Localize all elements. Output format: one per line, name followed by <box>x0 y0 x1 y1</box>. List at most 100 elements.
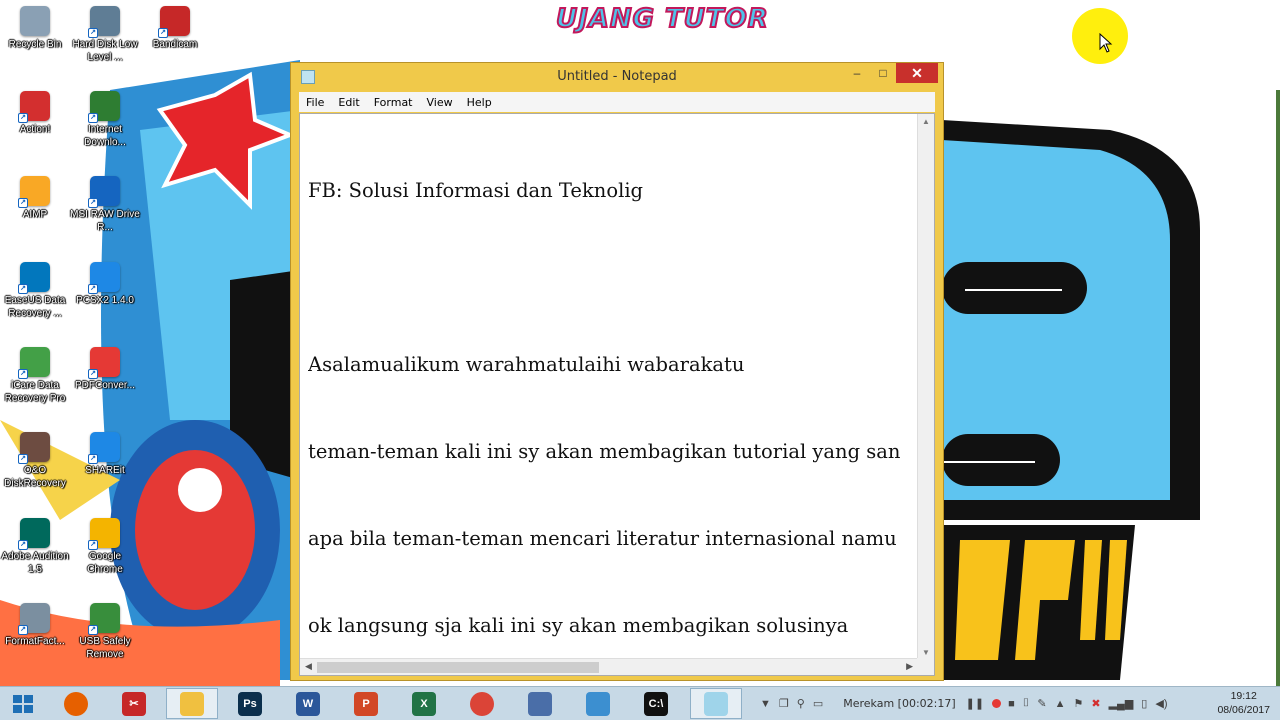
scroll-up-icon[interactable]: ▲ <box>922 117 930 126</box>
tray-expand-icon[interactable]: ▼ <box>760 698 771 710</box>
shortcut-arrow-icon: ↗ <box>88 625 98 635</box>
recycle-bin-icon <box>20 6 50 36</box>
taskbar-command-prompt-button[interactable]: C:\ <box>630 688 682 719</box>
taskbar-photoshop-button[interactable]: Ps <box>224 688 276 719</box>
desktop-icon-label: USB Safely Remove <box>79 636 131 660</box>
vertical-scrollbar[interactable]: ▲ ▼ <box>917 114 934 660</box>
desktop-icon-label: SHAREit <box>85 465 125 476</box>
taskbar-file-explorer-button[interactable] <box>166 688 218 719</box>
desktop-icon[interactable]: ↗ PDFConver... <box>70 347 140 392</box>
desktop-icon[interactable]: ↗ USB Safely Remove <box>70 603 140 661</box>
notepad-titlebar[interactable]: Untitled - Notepad – □ ✕ <box>291 63 943 91</box>
desktop-icon[interactable]: ↗ O&O DiskRecovery <box>0 432 70 490</box>
flag-icon[interactable]: ⚑ <box>1073 697 1083 710</box>
adobe-audition-icon: ↗ <box>18 518 50 550</box>
show-hidden-icons[interactable]: ▲ <box>1055 698 1066 710</box>
search-icon[interactable]: ⚲ <box>797 697 805 710</box>
desktop-icon[interactable]: ↗ Google Chrome <box>70 518 140 576</box>
resize-grip[interactable] <box>917 658 934 675</box>
desktop-icon-label: Internet Downlo... <box>84 124 126 148</box>
menu-file[interactable]: File <box>299 96 331 109</box>
taskbar-word-button[interactable]: W <box>282 688 334 719</box>
alert-icon[interactable]: ✖ <box>1091 697 1100 710</box>
menu-view[interactable]: View <box>420 96 460 109</box>
horizontal-scroll-thumb[interactable] <box>317 662 599 673</box>
desktop-icon[interactable]: ↗ Internet Downlo... <box>70 91 140 149</box>
stop-icon[interactable]: ■ <box>1008 698 1015 710</box>
desktop-icon-label: AIMP <box>22 209 48 220</box>
editor-content[interactable]: FB: Solusi Informasi dan Teknolig Asalam… <box>308 118 914 675</box>
horizontal-scrollbar[interactable]: ◀ ▶ <box>300 658 918 675</box>
pcsx2-icon: ↗ <box>88 262 120 294</box>
shortcut-arrow-icon: ↗ <box>88 198 98 208</box>
desktop-icon[interactable]: ↗ Adobe Audition 1.5 <box>0 518 70 576</box>
desktop-icon-label: Adobe Audition 1.5 <box>1 551 69 575</box>
usb-icon: ↗ <box>88 603 120 635</box>
word-icon: W <box>296 691 320 716</box>
pause-icon[interactable]: ❚❚ <box>966 697 984 710</box>
desktop-icon-label: Bandicam <box>152 39 198 50</box>
taskbar-firefox-button[interactable] <box>50 688 102 719</box>
shortcut-arrow-icon: ↗ <box>18 113 28 123</box>
scroll-down-icon[interactable]: ▼ <box>922 648 930 657</box>
taskbar-network-app-button[interactable] <box>514 688 566 719</box>
taskbar-chrome-button[interactable] <box>456 688 508 719</box>
restore-icon[interactable]: ❐ <box>779 697 789 710</box>
desktop-icon-label: Recycle Bin <box>8 39 62 50</box>
desktop-icon[interactable]: Recycle Bin <box>0 6 70 51</box>
desktop-icon[interactable]: ↗ Hard Disk Low Level ... <box>70 6 140 64</box>
shortcut-arrow-icon: ↗ <box>88 113 98 123</box>
taskbar-ppsspp-button[interactable] <box>572 688 624 719</box>
shortcut-arrow-icon: ↗ <box>18 198 28 208</box>
minimize-button[interactable]: – <box>844 63 870 83</box>
taskbar-snipping-tool-button[interactable]: ✂ <box>108 688 160 719</box>
network-icon[interactable]: ▂▄▆ <box>1109 697 1134 710</box>
clock-date: 08/06/2017 <box>1217 704 1270 716</box>
battery-icon[interactable]: ▯ <box>1141 697 1147 710</box>
text-line: ok langsung sja kali ini sy akan membagi… <box>308 614 849 637</box>
window-icon[interactable]: ▭ <box>813 697 823 710</box>
taskbar-excel-button[interactable]: X <box>398 688 450 719</box>
maximize-button[interactable]: □ <box>870 63 896 83</box>
hard-disk-icon: ↗ <box>88 6 120 38</box>
oo-disk-recovery-icon: ↗ <box>18 432 50 464</box>
desktop-icon[interactable]: ↗ AIMP <box>0 176 70 221</box>
text-line <box>308 263 914 292</box>
text-line: Asalamualikum warahmatulaihi wabarakatu <box>308 353 745 376</box>
pencil-icon[interactable]: ✎ <box>1037 697 1046 710</box>
camera-icon[interactable]: ⌷ <box>1023 697 1030 710</box>
scroll-left-icon[interactable]: ◀ <box>305 661 312 672</box>
desktop-icon[interactable]: ↗ Bandicam <box>140 6 210 51</box>
shortcut-arrow-icon: ↗ <box>88 369 98 379</box>
menu-help[interactable]: Help <box>460 96 499 109</box>
start-button[interactable] <box>8 691 38 717</box>
shortcut-arrow-icon: ↗ <box>88 284 98 294</box>
desktop-icon[interactable]: ↗ FormatFact... <box>0 603 70 648</box>
shortcut-arrow-icon: ↗ <box>18 625 28 635</box>
notepad-icon <box>704 691 728 716</box>
chrome-icon <box>470 691 494 716</box>
scroll-right-icon[interactable]: ▶ <box>906 661 913 672</box>
desktop-icon[interactable]: ↗ iCare Data Recovery Pro <box>0 347 70 405</box>
menu-format[interactable]: Format <box>367 96 420 109</box>
desktop-icon[interactable]: ↗ MSI RAW Drive R... <box>70 176 140 234</box>
aimp-icon: ↗ <box>18 176 50 208</box>
command-prompt-icon: C:\ <box>644 691 668 716</box>
close-button[interactable]: ✕ <box>896 63 938 83</box>
taskbar-clock[interactable]: 19:12 08/06/2017 <box>1217 689 1270 717</box>
record-icon[interactable] <box>992 699 1002 708</box>
menu-edit[interactable]: Edit <box>331 96 366 109</box>
desktop-icon[interactable]: ↗ SHAREit <box>70 432 140 477</box>
desktop-icon[interactable]: ↗ Action! <box>0 91 70 136</box>
mouse-cursor-icon <box>1099 33 1113 53</box>
desktop-icon[interactable]: ↗ PCSX2 1.4.0 <box>70 262 140 307</box>
taskbar-powerpoint-button[interactable]: P <box>340 688 392 719</box>
taskbar-notepad-button[interactable] <box>690 688 742 719</box>
text-editor[interactable]: FB: Solusi Informasi dan Teknolig Asalam… <box>299 113 935 676</box>
volume-icon[interactable]: ◀) <box>1155 697 1167 710</box>
notepad-window[interactable]: Untitled - Notepad – □ ✕ File Edit Forma… <box>290 62 944 681</box>
desktop-icon[interactable]: ↗ EaseUS Data Recovery ... <box>0 262 70 320</box>
network-app-icon <box>528 691 552 716</box>
shortcut-arrow-icon: ↗ <box>88 28 98 38</box>
file-explorer-icon <box>180 691 204 716</box>
